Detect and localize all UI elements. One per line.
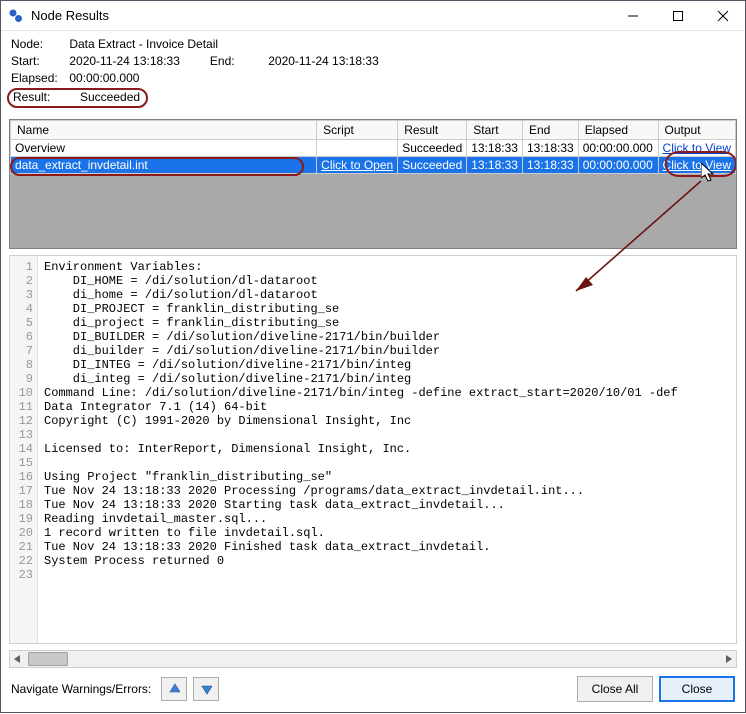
close-window-button[interactable] <box>700 1 745 31</box>
results-table[interactable]: Name Script Result Start End Elapsed Out… <box>10 120 736 174</box>
cell-result: Succeeded <box>398 140 467 157</box>
titlebar: Node Results <box>1 1 745 31</box>
app-icon <box>7 7 25 25</box>
cell-result: Succeeded <box>398 157 467 174</box>
nav-up-button[interactable] <box>161 677 187 701</box>
scroll-right-icon[interactable] <box>720 651 736 667</box>
col-name[interactable]: Name <box>11 121 317 140</box>
node-label: Node: <box>11 37 66 51</box>
cell-name: data_extract_invdetail.int <box>11 157 317 174</box>
close-button[interactable]: Close <box>659 676 735 702</box>
nav-label: Navigate Warnings/Errors: <box>11 682 151 696</box>
start-label: Start: <box>11 54 66 68</box>
end-value: 2020-11-24 13:18:33 <box>268 54 379 68</box>
elapsed-label: Elapsed: <box>11 71 66 85</box>
col-end[interactable]: End <box>522 121 578 140</box>
nav-down-button[interactable] <box>193 677 219 701</box>
end-label: End: <box>210 54 265 68</box>
col-elapsed[interactable]: Elapsed <box>578 121 658 140</box>
output-link[interactable]: Click to View <box>663 158 731 172</box>
cell-elapsed: 00:00:00.000 <box>578 157 658 174</box>
horizontal-scrollbar[interactable] <box>9 650 737 668</box>
cell-start: 13:18:33 <box>467 157 523 174</box>
log-viewer: 1 2 3 4 5 6 7 8 9 10 11 12 13 14 15 16 1… <box>9 255 737 644</box>
scroll-thumb[interactable] <box>28 652 68 666</box>
table-row[interactable]: data_extract_invdetail.int Click to Open… <box>11 157 736 174</box>
cell-script <box>317 140 398 157</box>
table-row[interactable]: Overview Succeeded 13:18:33 13:18:33 00:… <box>11 140 736 157</box>
cell-elapsed: 00:00:00.000 <box>578 140 658 157</box>
node-value: Data Extract - Invoice Detail <box>69 37 218 51</box>
result-value: Succeeded <box>80 90 140 104</box>
cell-name: Overview <box>11 140 317 157</box>
output-link[interactable]: Click to View <box>663 141 731 155</box>
results-table-container: Name Script Result Start End Elapsed Out… <box>9 119 737 249</box>
col-output[interactable]: Output <box>658 121 735 140</box>
window-title: Node Results <box>31 8 109 23</box>
cell-end: 13:18:33 <box>522 140 578 157</box>
start-value: 2020-11-24 13:18:33 <box>69 54 180 68</box>
col-script[interactable]: Script <box>317 121 398 140</box>
minimize-button[interactable] <box>610 1 655 31</box>
maximize-button[interactable] <box>655 1 700 31</box>
col-result[interactable]: Result <box>398 121 467 140</box>
result-annotation: Result: Succeeded <box>7 88 148 108</box>
line-gutter: 1 2 3 4 5 6 7 8 9 10 11 12 13 14 15 16 1… <box>10 256 38 643</box>
result-label: Result: <box>13 90 68 104</box>
log-text[interactable]: Environment Variables: DI_HOME = /di/sol… <box>38 256 736 643</box>
scroll-left-icon[interactable] <box>10 651 26 667</box>
elapsed-value: 00:00:00.000 <box>69 71 139 85</box>
cell-end: 13:18:33 <box>522 157 578 174</box>
cell-start: 13:18:33 <box>467 140 523 157</box>
col-start[interactable]: Start <box>467 121 523 140</box>
script-link[interactable]: Click to Open <box>321 158 393 172</box>
close-all-button[interactable]: Close All <box>577 676 653 702</box>
